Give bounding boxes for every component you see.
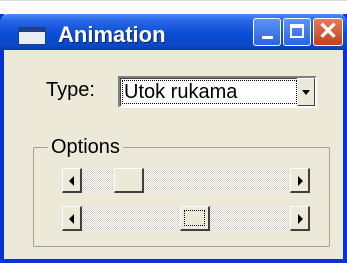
page-top-rule [0, 0, 347, 1]
title-bar[interactable]: Animation ✕ [0, 14, 347, 50]
options-slider-2[interactable] [62, 206, 310, 231]
scroll-right-button[interactable] [290, 168, 310, 193]
arrow-right-icon [298, 214, 303, 224]
close-button[interactable]: ✕ [313, 18, 343, 46]
scroll-left-button[interactable] [62, 206, 82, 231]
dropdown-button[interactable] [297, 78, 315, 106]
options-slider-1[interactable] [62, 168, 310, 193]
slider-thumb[interactable] [114, 168, 145, 193]
window-app-icon [18, 27, 46, 45]
minimize-button[interactable] [253, 18, 281, 46]
scroll-left-button[interactable] [62, 168, 82, 193]
maximize-icon [290, 24, 304, 38]
maximize-button[interactable] [283, 18, 311, 46]
window-title: Animation [58, 22, 166, 47]
options-groupbox [33, 147, 330, 247]
options-legend: Options [48, 136, 123, 158]
minimize-icon [262, 36, 273, 39]
close-icon: ✕ [317, 18, 339, 45]
arrow-right-icon [298, 176, 303, 186]
type-dropdown-value: Utok rukama [122, 80, 297, 104]
arrow-left-icon [69, 214, 74, 224]
type-dropdown[interactable]: Utok rukama [118, 76, 317, 108]
arrow-left-icon [69, 176, 74, 186]
scroll-right-button[interactable] [290, 206, 310, 231]
type-label: Type: [46, 79, 95, 101]
chevron-down-icon [302, 90, 310, 95]
slider-thumb[interactable] [179, 206, 210, 231]
